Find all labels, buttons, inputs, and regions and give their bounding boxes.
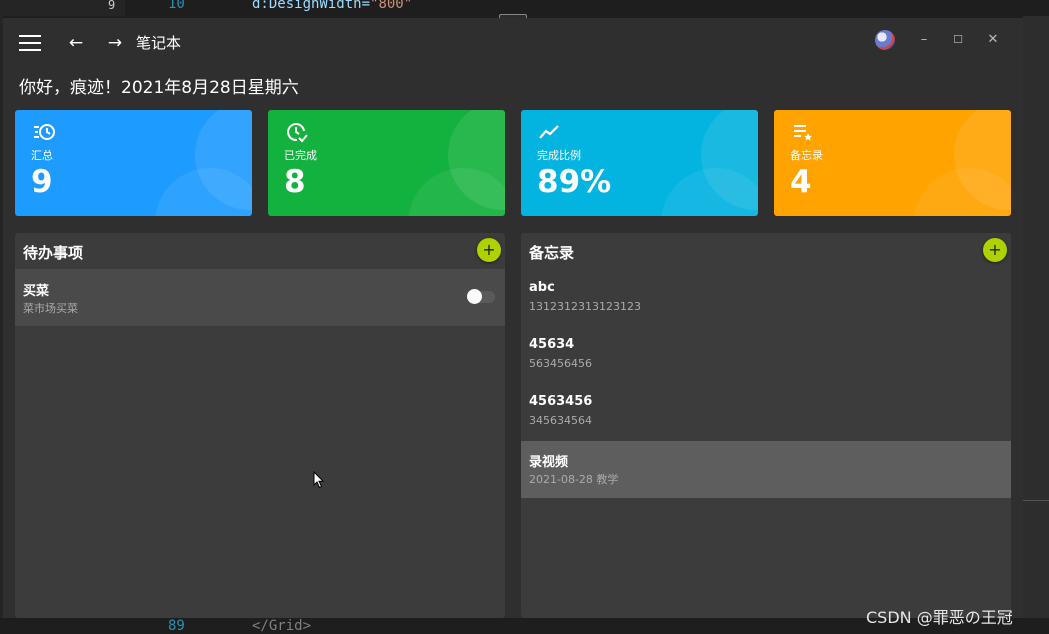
memo-item-title: 45634	[529, 337, 575, 352]
todo-panel: 待办事项 + 买菜 菜市场买菜	[15, 233, 505, 618]
stat-value: 8	[284, 164, 306, 200]
app-title: 笔记本	[136, 34, 182, 52]
todo-item-subtitle: 菜市场买菜	[23, 302, 78, 315]
stat-label: 已完成	[284, 149, 317, 162]
stat-label: 完成比例	[537, 149, 581, 162]
memo-panel: 备忘录 + abc 1312312313123123 45634 5634564…	[521, 233, 1011, 618]
greeting-text: 你好，痕迹！2021年8月28日星期六	[19, 78, 299, 98]
divider	[1023, 500, 1049, 501]
stat-card-memo[interactable]: 备忘录 4	[774, 110, 1011, 216]
editor-gutter	[0, 0, 125, 16]
memo-item-subtitle: 345634564	[529, 414, 592, 427]
watermark-text: CSDN @罪恶の王冠	[866, 608, 1013, 627]
memo-item-title: 录视频	[529, 455, 569, 470]
memo-item-subtitle: 1312312313123123	[529, 300, 641, 313]
clock-list-icon	[34, 124, 55, 140]
memo-item-title: abc	[529, 280, 555, 295]
memo-item[interactable]: 45634 563456456	[521, 326, 1011, 383]
stat-value: 9	[31, 164, 53, 200]
clock-check-icon	[287, 123, 308, 143]
stat-card-completed[interactable]: 已完成 8	[268, 110, 505, 216]
forward-arrow-icon[interactable]: →	[104, 32, 126, 54]
memo-item-subtitle: 563456456	[529, 357, 592, 370]
editor-code-value: "800"	[370, 0, 413, 12]
editor-code-line: d:DesignWidth="800"	[252, 0, 412, 12]
todo-item-title: 买菜	[23, 284, 50, 299]
maximize-button[interactable]: ☐	[943, 28, 973, 52]
toggle-knob	[467, 289, 482, 304]
menu-icon[interactable]	[19, 35, 41, 51]
memo-item[interactable]: abc 1312312313123123	[521, 269, 1011, 326]
playlist-star-icon	[794, 125, 812, 141]
stat-label: 汇总	[31, 149, 53, 162]
stat-card-completion-ratio[interactable]: 完成比例 89%	[521, 110, 758, 216]
memo-item[interactable]: 4563456 345634564	[521, 383, 1011, 440]
back-arrow-icon[interactable]: ←	[65, 32, 87, 54]
stat-card-total[interactable]: 汇总 9	[15, 110, 252, 216]
add-todo-button[interactable]: +	[477, 238, 501, 262]
memo-panel-title: 备忘录	[529, 244, 575, 262]
minimize-button[interactable]: –	[909, 28, 939, 52]
memo-item-title: 4563456	[529, 394, 593, 409]
todo-done-toggle[interactable]	[467, 289, 495, 304]
editor-line-number: 89	[168, 618, 185, 634]
memo-item-subtitle: 2021-08-28 教学	[529, 473, 619, 486]
memo-item-selected[interactable]: 录视频 2021-08-28 教学	[521, 441, 1011, 498]
background-right-strip	[1023, 16, 1049, 618]
app-window: ← → 笔记本 – ☐ ✕ 你好，痕迹！2021年8月28日星期六 汇总 9 已…	[3, 18, 1023, 618]
close-button[interactable]: ✕	[978, 28, 1008, 52]
stat-value: 4	[790, 164, 812, 200]
stat-value: 89%	[537, 164, 612, 200]
editor-code-attr: d:DesignWidth=	[252, 0, 371, 12]
title-bar: ← → 笔记本 – ☐ ✕	[3, 18, 1023, 66]
avatar[interactable]	[875, 30, 895, 50]
stat-label: 备忘录	[790, 149, 823, 162]
editor-gutter-number: 9	[108, 0, 116, 12]
todo-item[interactable]: 买菜 菜市场买菜	[15, 269, 505, 326]
add-memo-button[interactable]: +	[983, 238, 1007, 262]
trend-chart-icon	[539, 125, 559, 139]
editor-line-number: 10	[168, 0, 185, 12]
todo-panel-title: 待办事项	[23, 244, 84, 262]
editor-code-line: </Grid>	[252, 618, 312, 634]
